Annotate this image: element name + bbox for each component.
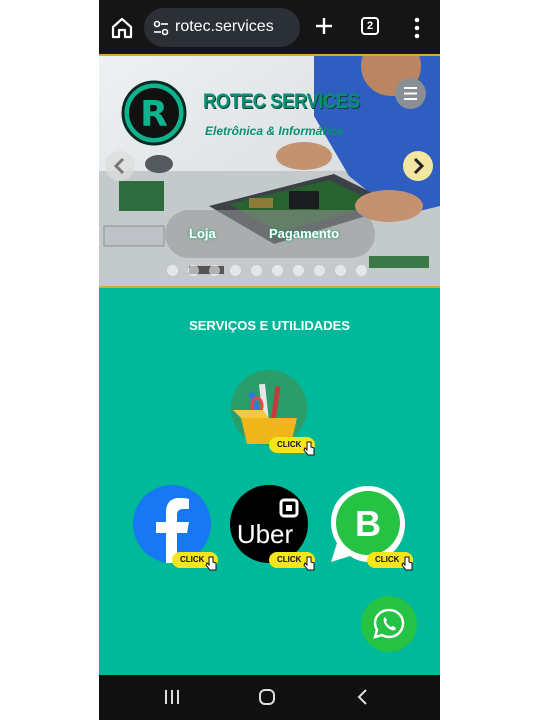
- carousel-dot[interactable]: [356, 265, 367, 276]
- site-settings-icon[interactable]: [152, 19, 170, 37]
- url-text: rotec.services: [175, 18, 274, 35]
- chevron-left-icon: [113, 157, 125, 175]
- svg-text:B: B: [355, 503, 381, 544]
- rotec-logo: R: [121, 80, 187, 146]
- section-title: SERVIÇOS E UTILIDADES: [189, 318, 350, 333]
- hand-pointer-icon: [401, 556, 413, 571]
- carousel-dot[interactable]: [188, 265, 199, 276]
- chevron-right-icon: [413, 157, 425, 175]
- hero-carousel[interactable]: R ROTEC SERVICES Eletrônica & Informátic…: [99, 56, 440, 286]
- hamburger-menu-button[interactable]: [395, 78, 426, 109]
- svg-text:R: R: [140, 94, 168, 135]
- hand-pointer-icon: [303, 441, 315, 456]
- carousel-dot[interactable]: [230, 265, 241, 276]
- back-icon[interactable]: [355, 687, 371, 707]
- banner-accent-line: [99, 286, 440, 288]
- tab-count: 2: [366, 20, 374, 32]
- carousel-dot[interactable]: [335, 265, 346, 276]
- loja-link[interactable]: Loja: [189, 226, 216, 241]
- more-vert-icon[interactable]: [409, 16, 425, 40]
- phone-screen: rotec.services 2 R ROTEC SERVICES Eletrô…: [99, 0, 440, 720]
- system-navigation-bar: [99, 675, 440, 720]
- home-icon[interactable]: [109, 15, 135, 41]
- carousel-dot[interactable]: [314, 265, 325, 276]
- carousel-dot[interactable]: [293, 265, 304, 276]
- address-bar[interactable]: rotec.services: [144, 8, 300, 47]
- carousel-dot[interactable]: [167, 265, 178, 276]
- pagamento-link[interactable]: Pagamento: [269, 226, 339, 241]
- recent-apps-icon[interactable]: [161, 687, 183, 707]
- plus-icon[interactable]: [313, 15, 335, 37]
- carousel-prev-button[interactable]: [105, 151, 135, 181]
- browser-toolbar: rotec.services 2: [99, 0, 440, 55]
- whatsapp-icon: [373, 608, 405, 639]
- hand-pointer-icon: [205, 556, 217, 571]
- hand-pointer-icon: [303, 556, 315, 571]
- click-label: CLICK: [277, 440, 302, 449]
- home-nav-icon[interactable]: [257, 687, 277, 707]
- carousel-next-button[interactable]: [403, 151, 433, 181]
- click-label: CLICK: [180, 555, 205, 564]
- carousel-dot[interactable]: [272, 265, 283, 276]
- svg-text:Uber: Uber: [237, 519, 294, 549]
- click-label: CLICK: [277, 555, 302, 564]
- carousel-indicators: [167, 265, 377, 277]
- carousel-dot[interactable]: [251, 265, 262, 276]
- carousel-dot[interactable]: [209, 265, 220, 276]
- brand-subtitle: Eletrônica & Informática: [205, 124, 344, 138]
- menu-icon: [404, 87, 417, 100]
- brand-name: ROTEC SERVICES: [203, 90, 360, 113]
- click-label: CLICK: [375, 555, 400, 564]
- tabs-icon[interactable]: 2: [361, 17, 379, 35]
- whatsapp-floating-button[interactable]: [361, 596, 417, 652]
